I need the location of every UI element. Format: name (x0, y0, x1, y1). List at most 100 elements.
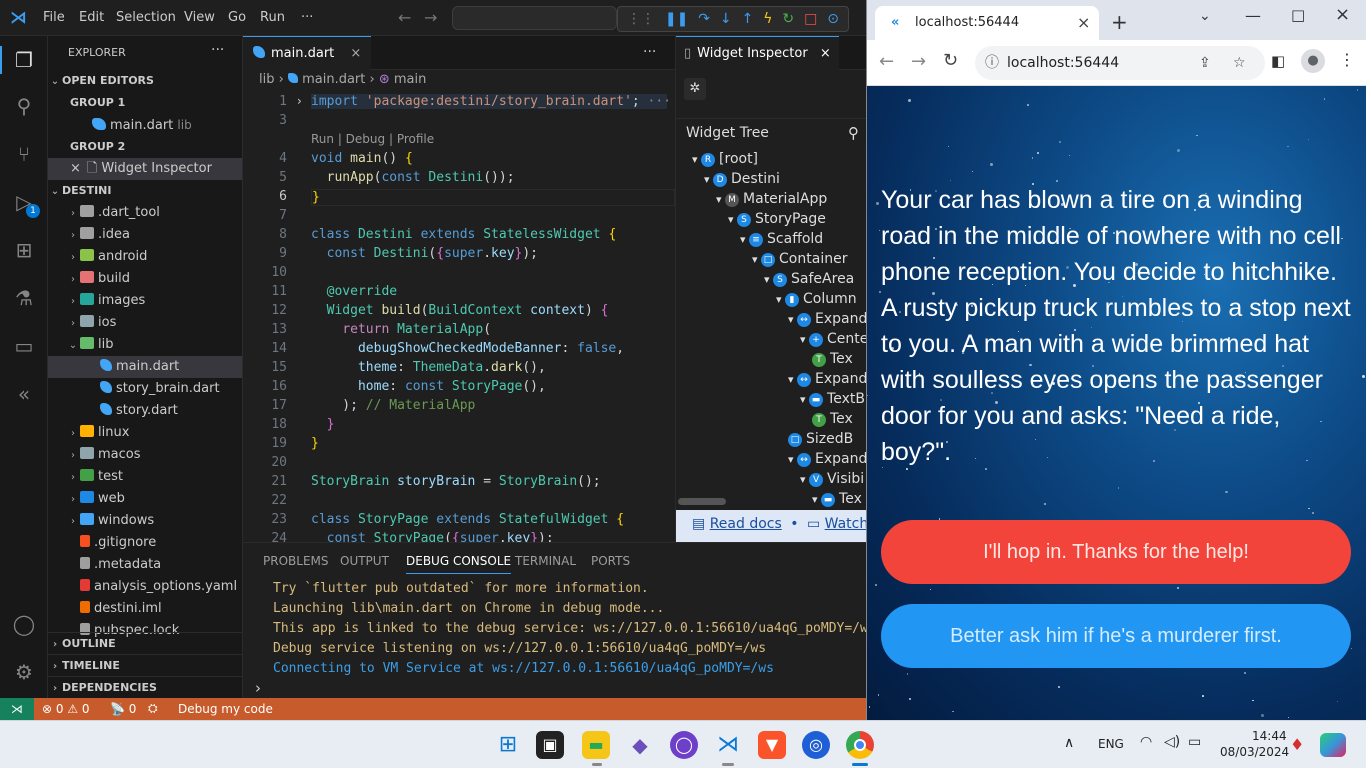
file-tree-item[interactable]: .metadata (48, 554, 242, 576)
stop-icon[interactable]: □ (804, 11, 817, 27)
chevron-down-icon[interactable]: ▾ (776, 293, 785, 306)
file-tree-item[interactable]: › ios (48, 312, 242, 334)
timeline-header[interactable]: › TIMELINE (48, 654, 242, 676)
tab-debug-console[interactable]: DEBUG CONSOLE (406, 554, 512, 574)
widget-tree-node[interactable]: ▾ ↔ Expand (788, 451, 866, 467)
choice2-button[interactable]: Better ask him if he's a murderer first. (881, 604, 1351, 668)
flutter-icon[interactable]: « (10, 380, 38, 408)
vscode-taskbar-icon[interactable]: ⋊ (714, 731, 742, 759)
widget-tree-node[interactable]: ▾ M MaterialApp (716, 191, 827, 207)
watch-link[interactable]: Watch (825, 516, 866, 532)
horizontal-scrollbar[interactable] (678, 498, 726, 505)
maximize-icon[interactable]: □ (1291, 6, 1305, 24)
menu-run[interactable]: Run (260, 10, 285, 25)
widget-tree-node[interactable]: ▾ S StoryPage (728, 211, 826, 227)
file-tree-item[interactable]: analysis_options.yaml (48, 576, 242, 598)
debug-config[interactable]: Debug my code (178, 702, 273, 716)
close-icon[interactable]: × (70, 161, 81, 176)
open-editor-main-dart[interactable]: main.dart lib (48, 114, 242, 136)
file-tree-item[interactable]: .gitignore (48, 532, 242, 554)
dependencies-header[interactable]: › DEPENDENCIES (48, 676, 242, 698)
share-icon[interactable]: ⇪ (1199, 46, 1211, 80)
menu-view[interactable]: View (184, 10, 215, 25)
chrome-icon[interactable] (846, 731, 874, 759)
tab-main-dart[interactable]: main.dart × (243, 36, 372, 70)
select-widget-mode-icon[interactable]: ✲ (684, 78, 706, 100)
forward-arrow-icon[interactable]: → (911, 51, 926, 72)
widget-tree-node[interactable]: ▾ ▬ Tex (812, 491, 862, 507)
extensions-icon[interactable]: ⊞ (10, 236, 38, 264)
profile-avatar-icon[interactable]: ● (1301, 49, 1325, 73)
task-view-icon[interactable]: ▣ (536, 731, 564, 759)
back-arrow-icon[interactable]: ← (398, 8, 411, 27)
menu-more[interactable]: ··· (301, 10, 313, 25)
chevron-down-icon[interactable]: ▾ (788, 313, 797, 326)
remote-explorer-icon[interactable]: ▭ (10, 332, 38, 360)
file-tree-item[interactable]: › windows (48, 510, 242, 532)
chevron-down-icon[interactable]: ▾ (800, 393, 809, 406)
account-icon[interactable]: ◯ (10, 610, 38, 638)
chevron-down-icon[interactable]: ▾ (764, 273, 773, 286)
file-tree-item[interactable]: › android (48, 246, 242, 268)
obsidian-icon[interactable]: ◆ (626, 731, 654, 759)
file-explorer-icon[interactable]: ▬ (582, 731, 610, 759)
minimize-icon[interactable]: — (1245, 6, 1261, 25)
windows-start-icon[interactable]: ⊞ (494, 731, 522, 759)
menu-edit[interactable]: Edit (79, 10, 104, 25)
pause-icon[interactable]: ❚❚ (665, 11, 688, 27)
settings-gear-icon[interactable]: ⚙ (10, 658, 38, 686)
breadcrumb-symbol[interactable]: main (394, 72, 426, 87)
chevron-down-icon[interactable]: ▾ (752, 253, 761, 266)
menu-go[interactable]: Go (228, 10, 246, 25)
menu-selection[interactable]: Selection (116, 10, 176, 25)
widget-tree-node[interactable]: □ SizedB (788, 431, 853, 447)
problems-count[interactable]: ⊗ 0 ⚠ 0 (42, 702, 90, 716)
widget-tree-node[interactable]: ▾ R [root] (692, 151, 758, 167)
chevron-down-icon[interactable]: ▾ (692, 153, 701, 166)
open-editor-widget-inspector[interactable]: × 🗋 Widget Inspector (48, 158, 242, 180)
close-tab-button[interactable]: × (350, 46, 361, 61)
clock-time[interactable]: 14:44 (1252, 729, 1287, 743)
search-icon[interactable]: ⚲ (10, 92, 38, 120)
ports-count[interactable]: 📡 0 (110, 702, 136, 716)
wifi-icon[interactable]: ◠ (1140, 734, 1152, 750)
tab-widget-inspector[interactable]: ▯ Widget Inspector × (676, 36, 839, 70)
file-tree-item[interactable]: › macos (48, 444, 242, 466)
widget-tree-node[interactable]: ▾ V Visibi (800, 471, 864, 487)
chevron-down-icon[interactable]: ▾ (740, 233, 749, 246)
codelens-run-debug-profile[interactable]: Run | Debug | Profile (311, 132, 434, 146)
fold-chevron-icon[interactable]: › (297, 94, 302, 108)
github-icon[interactable]: ◯ (670, 731, 698, 759)
project-header[interactable]: ⌄ DESTINI (48, 180, 242, 202)
command-center-search[interactable] (452, 6, 617, 30)
chevron-down-icon[interactable]: ▾ (788, 453, 797, 466)
chevron-down-icon[interactable]: ▾ (800, 473, 809, 486)
drag-handle-icon[interactable]: ⋮⋮ (627, 11, 655, 27)
tab-terminal[interactable]: TERMINAL (515, 554, 576, 568)
source-control-icon[interactable]: ⑂ (10, 140, 38, 168)
more-menu-icon[interactable]: ⋮ (1339, 50, 1355, 69)
chevron-up-icon[interactable]: ∧ (1064, 735, 1074, 751)
menu-file[interactable]: File (43, 10, 65, 25)
file-tree-item[interactable]: destini.iml (48, 598, 242, 620)
close-window-icon[interactable]: × (1335, 4, 1350, 25)
new-tab-button[interactable]: + (1111, 10, 1128, 34)
chevron-down-icon[interactable]: ▾ (704, 173, 713, 186)
inspect-icon[interactable]: ⊙ (827, 11, 839, 27)
chevron-down-icon[interactable]: ▾ (812, 493, 821, 506)
code-area[interactable]: 1 › import 'package:destini/story_brain.… (243, 92, 675, 546)
widget-tree-node[interactable]: ▾ □ Container (752, 251, 847, 267)
chevron-down-icon[interactable]: ▾ (716, 193, 725, 206)
search-icon[interactable]: ⚲ (848, 124, 859, 142)
testing-icon[interactable]: ⚗ (10, 284, 38, 312)
copilot-icon[interactable] (1320, 733, 1346, 757)
file-tree-item[interactable]: › build (48, 268, 242, 290)
volume-icon[interactable]: ◁) (1164, 734, 1180, 750)
bookmark-star-icon[interactable]: ☆ (1233, 46, 1246, 80)
widget-tree-node[interactable]: ▾ ▮ Column (776, 291, 857, 307)
chevron-down-icon[interactable]: ▾ (800, 333, 809, 346)
file-tree-item[interactable]: story_brain.dart (48, 378, 242, 400)
open-editors-header[interactable]: ⌄ OPEN EDITORS (48, 70, 242, 92)
file-tree-item[interactable]: › linux (48, 422, 242, 444)
choice1-button[interactable]: I'll hop in. Thanks for the help! (881, 520, 1351, 584)
